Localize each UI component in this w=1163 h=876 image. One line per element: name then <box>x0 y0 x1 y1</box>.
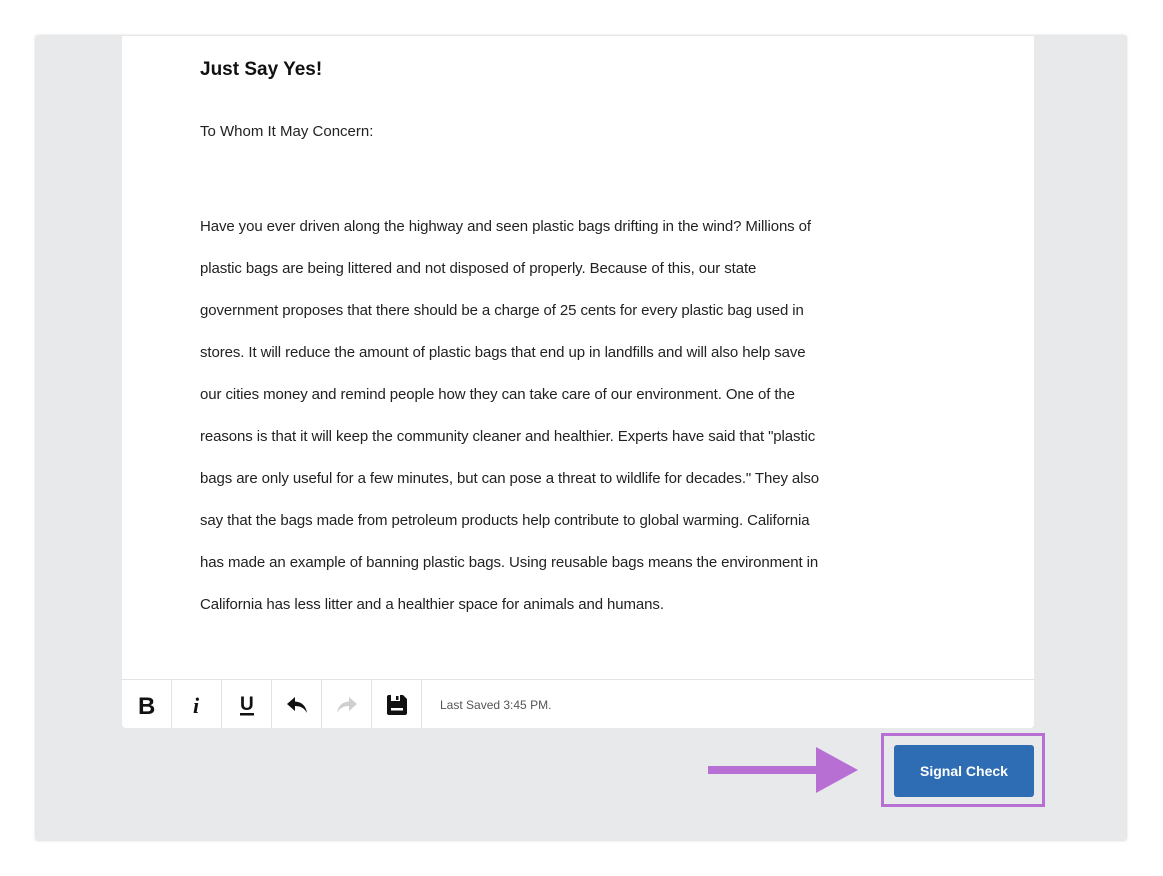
signal-check-button[interactable]: Signal Check <box>894 745 1034 797</box>
redo-icon <box>336 696 357 713</box>
underline-icon: U <box>239 694 254 715</box>
document-title: Just Say Yes! <box>200 59 323 80</box>
save-icon <box>386 694 407 715</box>
bold-icon: B <box>138 694 155 716</box>
last-saved-status: Last Saved 3:45 PM. <box>440 697 552 712</box>
body-line: government proposes that there should be… <box>200 302 804 319</box>
undo-icon <box>286 696 307 713</box>
body-line: bags are only useful for a few minutes, … <box>200 470 820 487</box>
save-button[interactable] <box>372 680 422 729</box>
undo-button[interactable] <box>272 680 322 729</box>
svg-text:i: i <box>193 694 200 716</box>
document-content[interactable]: Just Say Yes! To Whom It May Concern: Ha… <box>200 56 880 626</box>
formatting-toolbar: B i U Last Saved 3:45 PM. <box>122 679 1034 729</box>
body-line: our cities money and remind people how t… <box>200 386 795 403</box>
body-line: has made an example of banning plastic b… <box>200 554 819 571</box>
document-body[interactable]: Have you ever driven along the highway a… <box>200 206 880 626</box>
redo-button[interactable] <box>322 680 372 729</box>
body-line: say that the bags made from petroleum pr… <box>200 512 810 529</box>
body-line: California has less litter and a healthi… <box>200 596 664 613</box>
body-line: plastic bags are being littered and not … <box>200 260 757 277</box>
document-editor[interactable]: Just Say Yes! To Whom It May Concern: Ha… <box>122 36 1034 729</box>
body-line: Have you ever driven along the highway a… <box>200 218 811 235</box>
italic-button[interactable]: i <box>172 680 222 729</box>
bold-button[interactable]: B <box>122 680 172 729</box>
body-line: reasons is that it will keep the communi… <box>200 428 816 445</box>
app-frame: Just Say Yes! To Whom It May Concern: Ha… <box>36 36 1126 840</box>
document-greeting: To Whom It May Concern: <box>200 123 374 140</box>
italic-icon: i <box>193 694 200 716</box>
underline-button[interactable]: U <box>222 680 272 729</box>
body-line: stores. It will reduce the amount of pla… <box>200 344 806 361</box>
svg-text:B: B <box>138 694 155 716</box>
svg-text:U: U <box>240 694 254 715</box>
arrow-right-icon <box>708 747 858 793</box>
